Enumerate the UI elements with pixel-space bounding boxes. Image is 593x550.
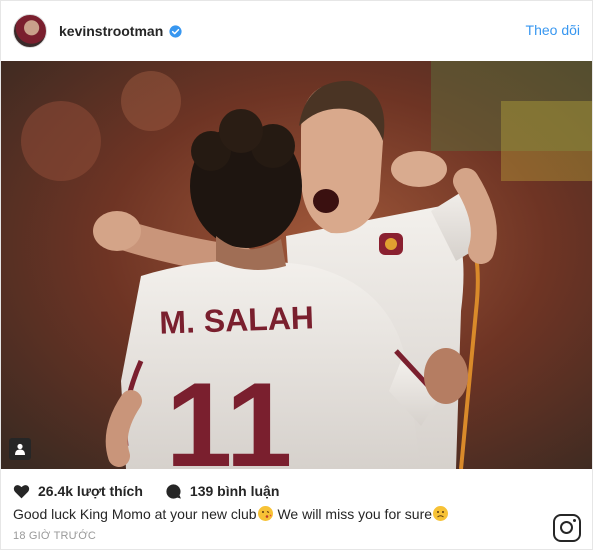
post-caption: Good luck King Momo at your new club We … xyxy=(13,506,449,522)
likes-count: 26.4k lượt thích xyxy=(38,483,143,499)
instagram-embed-card: kevinstrootman Theo dõi M. SALAH 11 26.4… xyxy=(0,0,593,550)
instagram-logo-dot xyxy=(573,519,576,522)
user-tag-icon[interactable] xyxy=(9,438,31,460)
post-header: kevinstrootman Theo dõi xyxy=(1,1,592,61)
jersey-number-text: 11 xyxy=(166,358,293,469)
kissing-face-emoji-icon xyxy=(257,506,273,521)
caption-text-2: We will miss you for sure xyxy=(273,506,433,522)
heart-icon[interactable] xyxy=(13,484,30,499)
verified-badge-icon xyxy=(169,24,182,38)
jersey-name-text: M. SALAH xyxy=(159,299,315,340)
post-photo[interactable]: M. SALAH 11 xyxy=(1,61,592,469)
avatar[interactable] xyxy=(13,14,47,48)
instagram-logo-lens xyxy=(560,521,573,534)
follow-button[interactable]: Theo dõi xyxy=(526,22,580,38)
comments-group[interactable]: 139 bình luận xyxy=(165,483,279,500)
likes-group[interactable]: 26.4k lượt thích xyxy=(13,483,143,499)
post-timestamp[interactable]: 18 GIỜ TRƯỚC xyxy=(13,530,96,542)
username[interactable]: kevinstrootman xyxy=(59,23,163,39)
comments-count: 139 bình luận xyxy=(189,483,280,499)
comment-bubble-icon[interactable] xyxy=(165,483,182,500)
instagram-logo-icon[interactable] xyxy=(553,514,581,542)
engagement-bar: 26.4k lượt thích 139 bình luận xyxy=(13,481,301,501)
caption-text-1: Good luck King Momo at your new club xyxy=(13,506,257,522)
sad-face-emoji-icon xyxy=(433,506,449,521)
